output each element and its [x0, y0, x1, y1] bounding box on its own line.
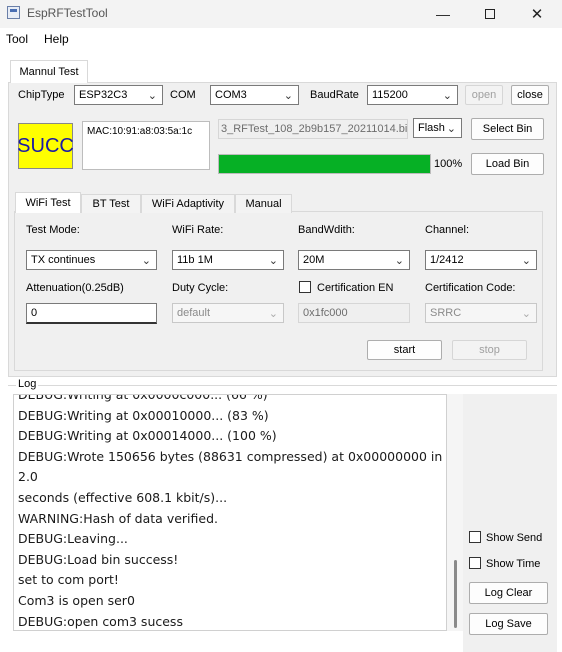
stop-button[interactable]: stop [452, 340, 527, 360]
duty-cycle-value: default [177, 307, 211, 319]
load-bin-button[interactable]: Load Bin [471, 153, 544, 175]
baud-rate-label: BaudRate [310, 89, 359, 101]
tab-wifi-adaptivity[interactable]: WiFi Adaptivity [141, 194, 235, 213]
log-line: DEBUG:open com3 sucess [18, 613, 183, 629]
select-bin-button[interactable]: Select Bin [471, 118, 544, 140]
flash-value: Flash [418, 122, 445, 134]
chevron-down-icon: ⌄ [521, 255, 531, 267]
progress-fill [219, 155, 430, 173]
window-title: EspRFTestTool [27, 6, 108, 20]
mac-address-box: MAC:10:91:a8:03:5a:1c [82, 121, 210, 170]
bin-path-field[interactable]: 3_RFTest_108_2b9b157_20211014.bin [218, 119, 408, 139]
log-lines: DEBUG:Writing at 0x0000c000... (66 %) DEB… [18, 394, 446, 630]
chevron-down-icon: ⌄ [442, 90, 452, 102]
tab-wifi-test[interactable]: WiFi Test [15, 192, 81, 213]
chip-type-value: ESP32C3 [79, 89, 128, 101]
log-line: DEBUG:Load bin success! [18, 551, 179, 567]
chip-type-select[interactable]: ESP32C3 ⌄ [74, 85, 163, 105]
show-send-label: Show Send [486, 532, 543, 544]
certification-hex-field[interactable]: 0x1fc000 [298, 303, 410, 323]
tab-mannul-test[interactable]: Mannul Test [10, 60, 88, 83]
chevron-down-icon: ⌄ [268, 308, 278, 320]
app-icon [7, 6, 20, 19]
com-select[interactable]: COM3 ⌄ [210, 85, 299, 105]
log-scrollbar-thumb[interactable] [454, 560, 457, 628]
show-time-checkbox[interactable] [469, 557, 481, 569]
menu-tool[interactable]: Tool [6, 32, 28, 46]
certification-code-select[interactable]: SRRC ⌄ [425, 303, 537, 323]
log-output[interactable]: DEBUG:Writing at 0x0000c000... (66 %) DEB… [13, 394, 447, 631]
log-clear-button[interactable]: Log Clear [469, 582, 548, 604]
chevron-down-icon: ⌄ [141, 255, 151, 267]
chevron-down-icon: ⌄ [446, 123, 456, 135]
log-line: set to com port! [18, 572, 119, 588]
menu-bar [0, 28, 562, 50]
close-icon[interactable]: ✕ [514, 0, 560, 28]
chip-type-label: ChipType [18, 89, 65, 101]
bandwidth-value: 20M [303, 254, 325, 266]
certification-en-label: Certification EN [317, 282, 394, 294]
tab-bt-test[interactable]: BT Test [81, 194, 141, 213]
chevron-down-icon: ⌄ [147, 90, 157, 102]
com-value: COM3 [215, 89, 247, 101]
log-line: DEBUG:Writing at 0x00010000... (83 %) [18, 407, 269, 423]
wifi-rate-value: 11b 1M [177, 254, 213, 266]
chevron-down-icon: ⌄ [283, 90, 293, 102]
log-save-button[interactable]: Log Save [469, 613, 548, 635]
flash-select[interactable]: Flash ⌄ [413, 118, 462, 138]
wifi-rate-select[interactable]: 11b 1M ⌄ [172, 250, 284, 270]
certification-code-value: SRRC [430, 307, 462, 319]
mac-address: MAC:10:91:a8:03:5a:1c [87, 126, 193, 137]
menu-help[interactable]: Help [44, 32, 69, 46]
attenuation-label: Attenuation(0.25dB) [26, 282, 124, 294]
bandwidth-label: BandWdith: [298, 224, 355, 236]
certification-code-label: Certification Code: [425, 282, 516, 294]
wifi-rate-label: WiFi Rate: [172, 224, 224, 236]
test-mode-label: Test Mode: [26, 224, 80, 236]
channel-value: 1/2412 [430, 254, 464, 266]
chevron-down-icon: ⌄ [394, 255, 404, 267]
chevron-down-icon: ⌄ [521, 308, 531, 320]
progress-percent: 100% [434, 158, 463, 170]
log-line: seconds (effective 608.1 kbit/s)... [18, 489, 228, 505]
show-send-checkbox[interactable] [469, 531, 481, 543]
start-button[interactable]: start [367, 340, 442, 360]
log-line: DEBUG:Wrote 150656 bytes (88631 compress… [18, 448, 443, 485]
duty-cycle-select[interactable]: default ⌄ [172, 303, 284, 323]
minimize-icon[interactable]: — [420, 0, 466, 28]
close-button[interactable]: close [511, 85, 549, 105]
open-button[interactable]: open [465, 85, 503, 105]
baud-rate-select[interactable]: 115200 ⌄ [367, 85, 458, 105]
baud-rate-value: 115200 [372, 89, 408, 101]
duty-cycle-label: Duty Cycle: [172, 282, 229, 294]
show-time-label: Show Time [486, 558, 541, 570]
log-label: Log [16, 378, 39, 390]
tab-manual[interactable]: Manual [235, 194, 292, 213]
log-line: DEBUG:Leaving... [18, 531, 128, 547]
bandwidth-select[interactable]: 20M ⌄ [298, 250, 410, 270]
certification-en-checkbox[interactable] [299, 281, 311, 293]
com-label: COM [170, 89, 196, 101]
log-line: DEBUG:Writing at 0x0000c000... (66 %) [18, 394, 268, 402]
chevron-down-icon: ⌄ [268, 255, 278, 267]
channel-select[interactable]: 1/2412 ⌄ [425, 250, 537, 270]
log-line: Com3 is open ser0 [18, 592, 135, 608]
log-line: DEBUG:Writing at 0x00014000... (100 %) [18, 428, 277, 444]
test-mode-value: TX continues [31, 254, 96, 266]
log-line: WARNING:Hash of data verified. [18, 510, 218, 526]
channel-label: Channel: [425, 224, 470, 236]
test-mode-select[interactable]: TX continues ⌄ [26, 250, 157, 270]
attenuation-input[interactable]: 0 [26, 303, 157, 324]
maximize-icon[interactable] [467, 0, 513, 28]
status-badge: SUCC [17, 123, 74, 169]
